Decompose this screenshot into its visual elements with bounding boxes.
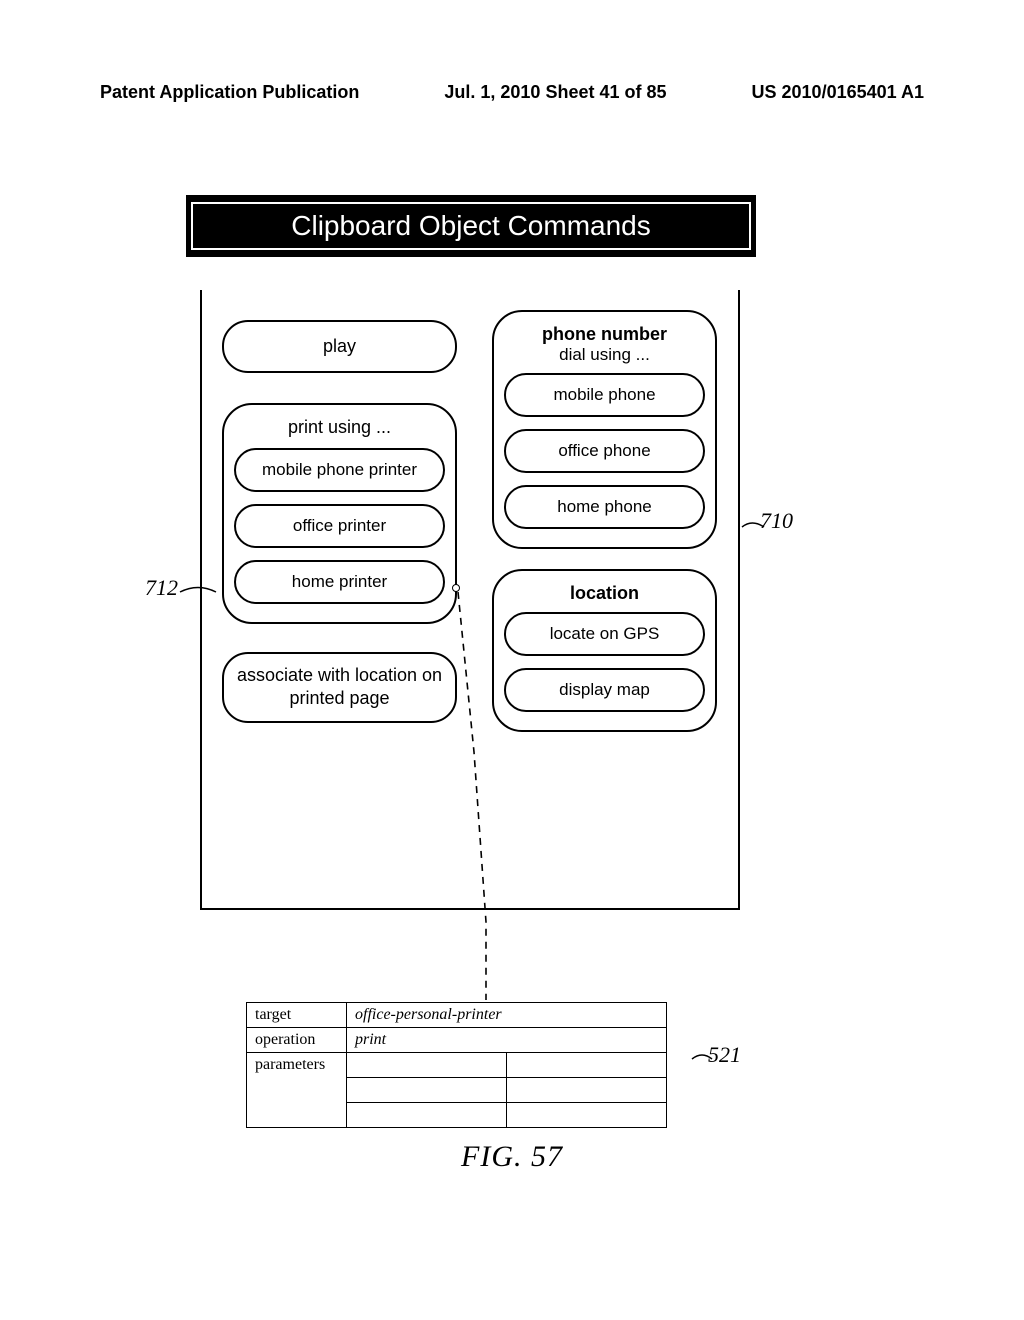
header-right: US 2010/0165401 A1 (752, 82, 924, 103)
dashed-connector-icon (456, 592, 496, 1002)
operation-key: operation (247, 1028, 347, 1053)
location-group-title: location (504, 583, 705, 604)
phone-group-title: phone number (504, 324, 705, 345)
figure-label: FIG. 57 (0, 1140, 1024, 1174)
header-center: Jul. 1, 2010 Sheet 41 of 85 (444, 82, 666, 103)
print-office-button[interactable]: office printer (234, 504, 445, 548)
param-cell (507, 1078, 667, 1103)
param-cell (347, 1103, 507, 1128)
locate-gps-button[interactable]: locate on GPS (504, 612, 705, 656)
print-mobile-button[interactable]: mobile phone printer (234, 448, 445, 492)
dial-office-button[interactable]: office phone (504, 429, 705, 473)
header-left: Patent Application Publication (100, 82, 359, 103)
title-banner: Clipboard Object Commands (186, 195, 756, 257)
right-column: phone number dial using ... mobile phone… (492, 310, 717, 752)
connector-node-icon (452, 584, 460, 592)
param-cell (507, 1103, 667, 1128)
phone-group: phone number dial using ... mobile phone… (492, 310, 717, 549)
title-text: Clipboard Object Commands (191, 202, 751, 250)
left-column: play print using ... mobile phone printe… (222, 320, 457, 735)
operation-value: print (347, 1028, 667, 1053)
dial-mobile-button[interactable]: mobile phone (504, 373, 705, 417)
lead-521-icon (690, 1052, 714, 1066)
dial-home-button[interactable]: home phone (504, 485, 705, 529)
table-row: operation print (247, 1028, 667, 1053)
parameters-key: parameters (247, 1053, 347, 1128)
phone-group-sub: dial using ... (504, 345, 705, 365)
table-row: parameters (247, 1053, 667, 1078)
play-button[interactable]: play (222, 320, 457, 373)
param-cell (347, 1053, 507, 1078)
param-cell (347, 1078, 507, 1103)
lead-712-icon (178, 585, 218, 599)
page-header: Patent Application Publication Jul. 1, 2… (100, 82, 924, 103)
print-home-button[interactable]: home printer (234, 560, 445, 604)
location-group: location locate on GPS display map (492, 569, 717, 732)
associate-location-button[interactable]: associate with location on printed page (222, 652, 457, 723)
display-map-button[interactable]: display map (504, 668, 705, 712)
print-group: print using ... mobile phone printer off… (222, 403, 457, 624)
param-cell (507, 1053, 667, 1078)
target-key: target (247, 1003, 347, 1028)
command-detail-table: target office-personal-printer operation… (246, 1002, 667, 1128)
ref-712: 712 (145, 575, 178, 601)
target-value: office-personal-printer (347, 1003, 667, 1028)
lead-710-icon (740, 520, 766, 534)
print-group-label: print using ... (234, 417, 445, 438)
table-row: target office-personal-printer (247, 1003, 667, 1028)
